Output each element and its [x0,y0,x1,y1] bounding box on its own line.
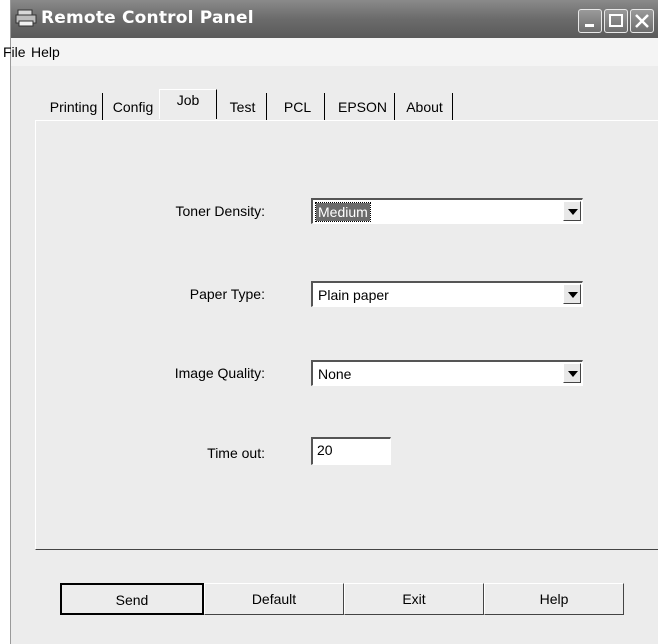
window-title: Remote Control Panel [41,8,254,28]
close-button[interactable] [630,9,654,33]
minimize-button[interactable] [578,9,602,33]
title-bar[interactable]: Remote Control Panel [11,0,658,38]
tab-printing[interactable]: Printing [45,93,103,121]
paper-type-label: Paper Type: [189,286,265,302]
image-quality-select[interactable]: None [311,360,583,386]
tab-about[interactable]: About [397,93,453,121]
paper-type-value: Plain paper [318,287,389,303]
help-button[interactable]: Help [484,583,624,615]
image-quality-value: None [318,366,352,382]
menu-bar: File Help [3,38,658,66]
menu-help[interactable]: Help [31,44,60,60]
close-icon [635,14,649,28]
tab-config[interactable]: Config [107,93,159,121]
paper-type-select[interactable]: Plain paper [311,281,583,307]
toner-density-value: Medium [315,202,371,222]
chevron-down-icon[interactable] [563,363,581,383]
job-panel [35,120,658,550]
toner-density-label: Toner Density: [175,203,265,219]
exit-button[interactable]: Exit [344,583,484,615]
tab-test[interactable]: Test [219,93,267,121]
chevron-down-icon[interactable] [563,201,581,221]
tab-pcl[interactable]: PCL [271,93,325,121]
send-button[interactable]: Send [60,583,204,615]
tab-epson[interactable]: EPSON [331,93,395,121]
maximize-button[interactable] [604,9,628,33]
minimize-icon [585,24,594,27]
tab-job[interactable]: Job [159,89,217,119]
time-out-field[interactable]: 20 [311,437,391,465]
default-button[interactable]: Default [204,583,344,615]
menu-file[interactable]: File [3,44,26,60]
chevron-down-icon[interactable] [563,284,581,304]
time-out-label: Time out: [207,445,265,461]
app-window: Remote Control Panel File Help Printing … [3,0,658,644]
printer-icon [15,9,37,27]
toner-density-select[interactable]: Medium [311,198,583,224]
maximize-icon [609,14,623,27]
image-quality-label: Image Quality: [174,365,265,381]
